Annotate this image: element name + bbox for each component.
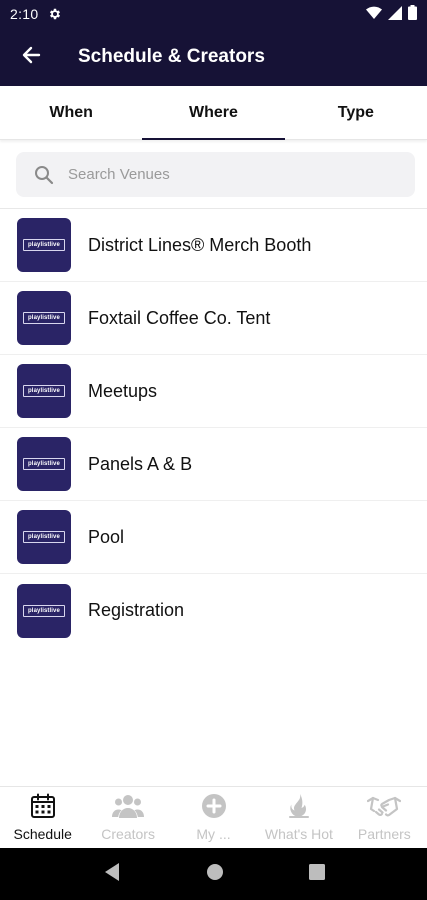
flame-icon [286,793,312,822]
search-input[interactable] [68,166,388,183]
venue-logo: playlistlive [17,583,71,638]
playlistlive-logo-icon: playlistlive [23,604,65,617]
people-icon [112,793,145,822]
nav-my[interactable]: My ... [171,787,256,848]
nav-label-partners: Partners [357,826,411,842]
venue-name: Meetups [88,380,158,401]
signal-icon [388,5,402,23]
system-nav-bar [0,848,427,900]
page-title: Schedule & Creators [78,46,265,67]
nav-schedule[interactable]: Schedule [0,787,85,848]
app-screen: 2:10 Schedule & Creators When Where Type [0,0,427,900]
venue-list: playlistlive District Lines® Merch Booth… [0,208,427,647]
venue-logo: playlistlive [17,510,71,564]
playlistlive-logo-icon: playlistlive [23,239,65,251]
list-item[interactable]: playlistlive Registration [0,574,427,647]
status-icons [366,5,417,23]
venue-name: Pool [88,526,125,547]
settings-gear-icon [48,7,62,21]
battery-icon [408,5,417,23]
nav-creators[interactable]: Creators [85,787,170,848]
filter-tabs: When Where Type [0,86,427,140]
tab-where[interactable]: Where [142,86,285,140]
arrow-left-icon [21,45,41,70]
nav-label-whats-hot: What's Hot [264,826,333,842]
venue-logo: playlistlive [17,218,71,272]
status-time: 2:10 [10,6,39,22]
venue-logo: playlistlive [17,364,71,418]
nav-partners[interactable]: Partners [342,787,427,848]
playlistlive-logo-icon: playlistlive [23,458,65,470]
venue-name: District Lines® Merch Booth [88,234,312,255]
search-icon [32,163,56,187]
list-item[interactable]: playlistlive Pool [0,501,427,574]
list-item[interactable]: playlistlive Panels A & B [0,428,427,501]
list-item[interactable]: playlistlive District Lines® Merch Booth [0,209,427,282]
playlistlive-logo-icon: playlistlive [23,312,65,324]
venue-name: Registration [88,600,185,620]
venue-name: Panels A & B [88,453,193,474]
nav-label-schedule: Schedule [13,826,72,842]
tab-when[interactable]: When [0,86,142,139]
nav-label-my: My ... [196,826,231,842]
status-bar: 2:10 [0,0,427,28]
playlistlive-logo-icon: playlistlive [23,385,65,397]
list-item[interactable]: playlistlive Foxtail Coffee Co. Tent [0,282,427,355]
tab-type[interactable]: Type [285,86,427,139]
venue-logo: playlistlive [17,437,71,491]
handshake-icon [367,793,402,822]
plus-circle-icon [201,793,227,822]
bottom-nav: Schedule Creators My ... What's Hot Part… [0,786,427,848]
nav-label-creators: Creators [101,826,155,842]
list-item[interactable]: playlistlive Meetups [0,355,427,428]
playlistlive-logo-icon: playlistlive [23,531,65,543]
system-recents-icon[interactable] [308,863,325,885]
system-home-icon[interactable] [206,863,224,886]
system-back-icon[interactable] [103,862,121,887]
venue-logo: playlistlive [17,291,71,345]
wifi-icon [366,6,382,23]
back-button[interactable] [0,28,62,86]
app-bar: Schedule & Creators [0,28,427,86]
venue-name: Foxtail Coffee Co. Tent [88,307,271,328]
search-bar [16,152,415,197]
calendar-icon [30,793,56,822]
nav-whats-hot[interactable]: What's Hot [256,787,341,848]
